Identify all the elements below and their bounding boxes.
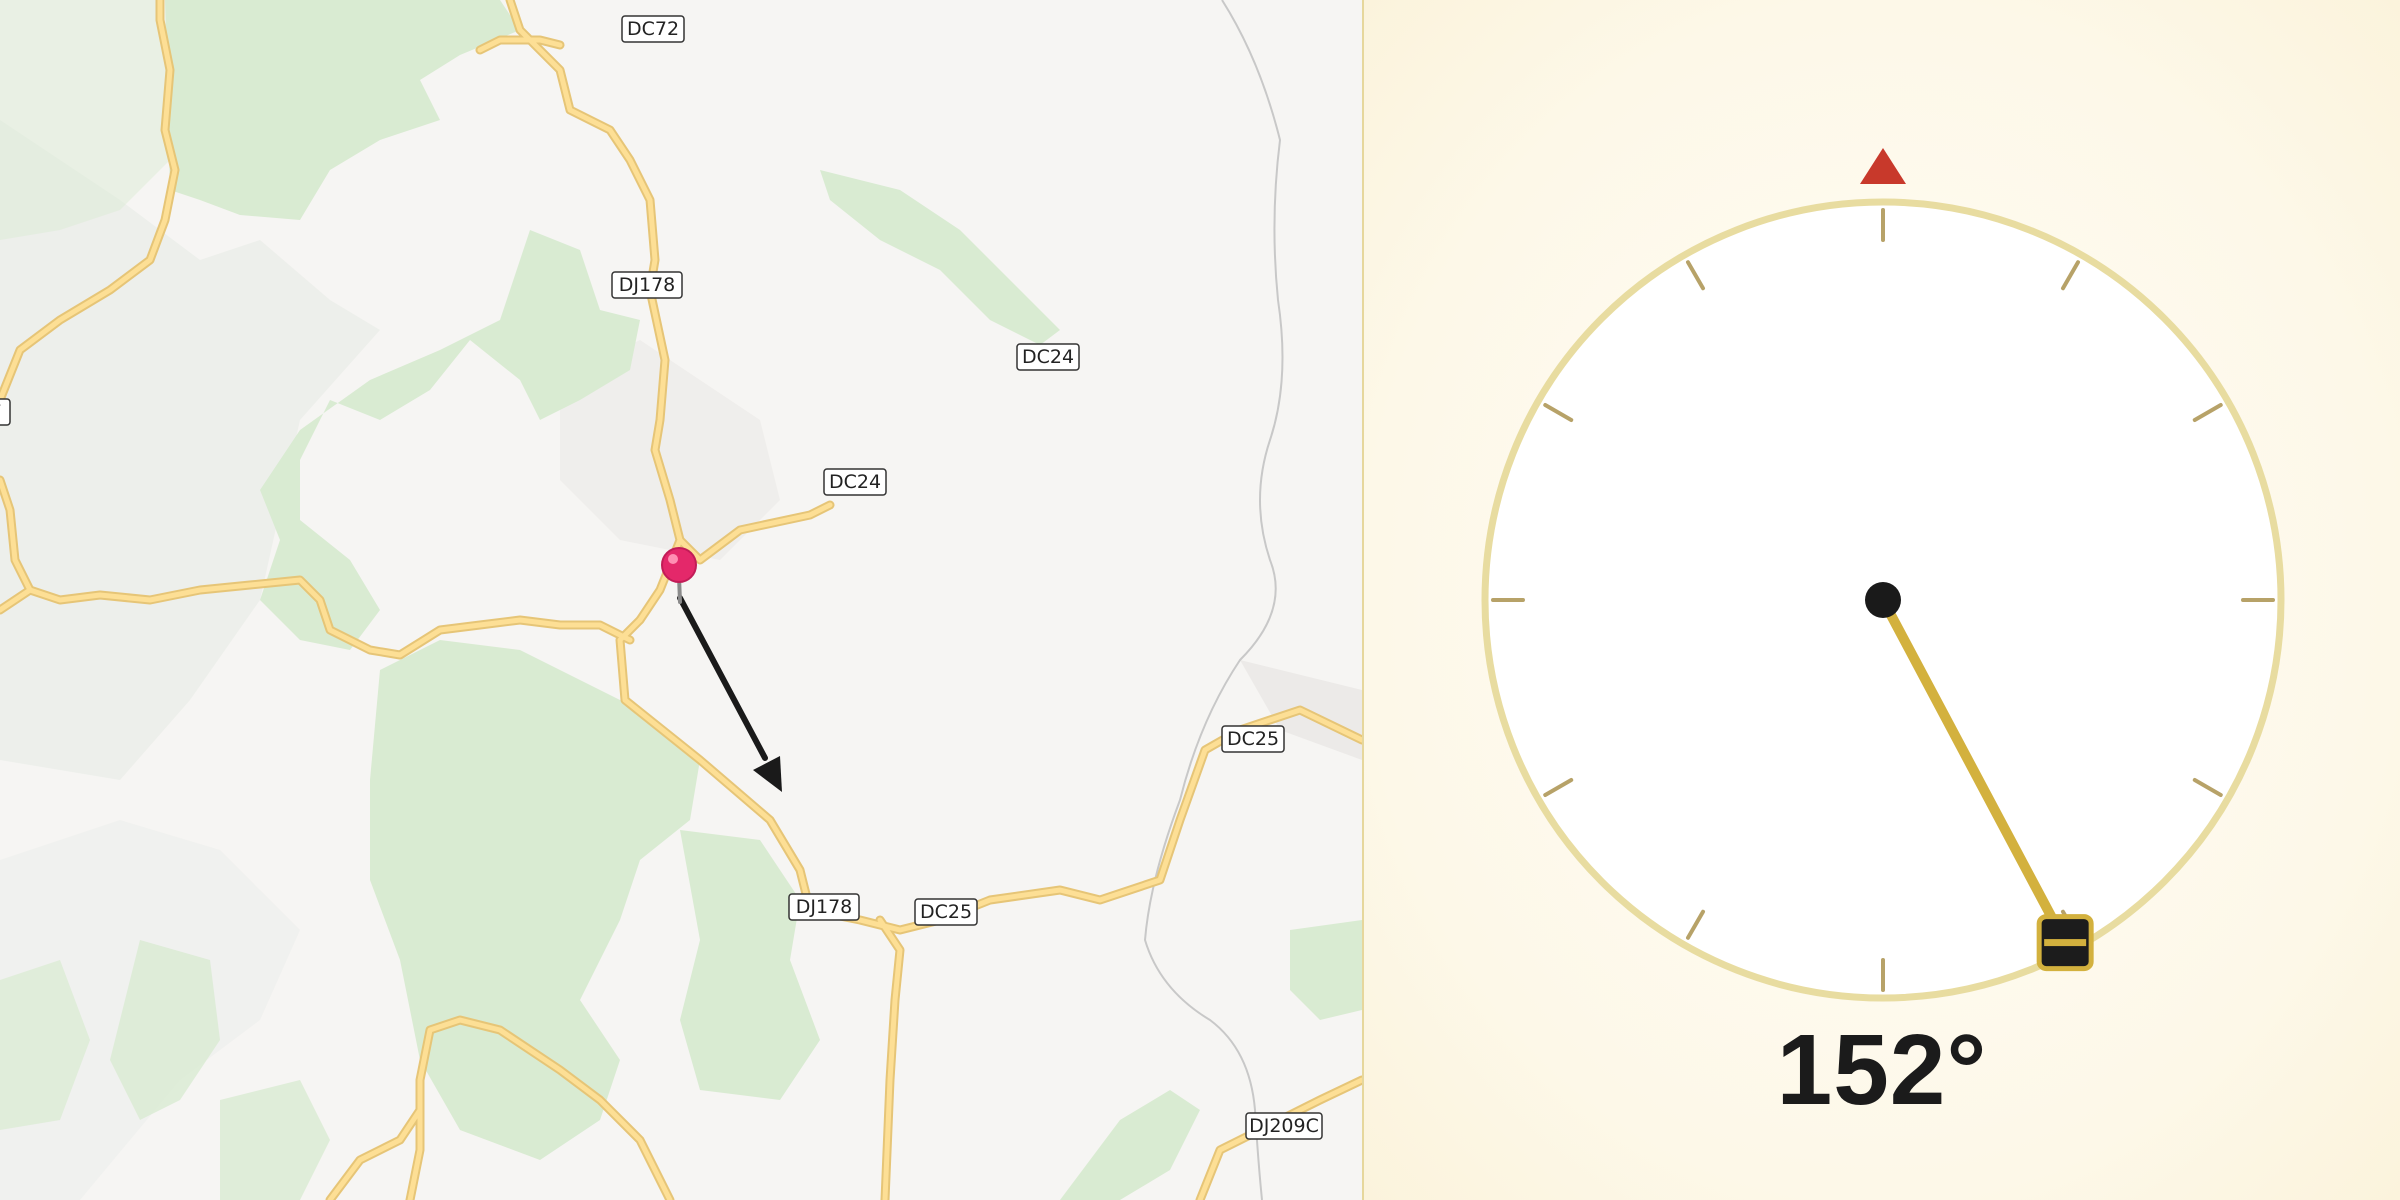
svg-text:DC24: DC24 xyxy=(1022,346,1074,368)
heading-readout: 152° xyxy=(1776,1014,1988,1126)
compass-hub xyxy=(1865,582,1901,618)
svg-text:DC25: DC25 xyxy=(920,901,972,923)
road-label-dj178-south: DJ178 xyxy=(788,893,860,921)
svg-text:7: 7 xyxy=(0,401,2,423)
svg-text:DJ209C: DJ209C xyxy=(1249,1115,1319,1137)
map-view[interactable]: DC72 DJ178 DC24 DC24 DC25 DJ178 DC25 DJ2… xyxy=(0,0,1362,1200)
road-label-dc24-near: DC24 xyxy=(823,468,887,496)
road-label-dc25-south: DC25 xyxy=(914,898,978,926)
road-label-dc25-east: DC25 xyxy=(1221,725,1285,753)
drag-handle-icon[interactable] xyxy=(2036,914,2094,972)
svg-text:DJ178: DJ178 xyxy=(796,896,853,918)
north-triangle-icon xyxy=(1860,148,1906,184)
compass-panel: 152° xyxy=(1364,0,2400,1200)
road-label-dc72: DC72 xyxy=(621,15,685,43)
svg-text:DC72: DC72 xyxy=(627,18,679,40)
road-label-dj178-north: DJ178 xyxy=(611,271,683,299)
svg-text:DJ178: DJ178 xyxy=(619,274,676,296)
svg-text:DC24: DC24 xyxy=(829,471,881,493)
app-root: DC72 DJ178 DC24 DC24 DC25 DJ178 DC25 DJ2… xyxy=(0,0,2400,1200)
road-label-dj209c: DJ209C xyxy=(1245,1112,1323,1140)
svg-text:DC25: DC25 xyxy=(1227,728,1279,750)
road-label-dc24-east: DC24 xyxy=(1016,343,1080,371)
map-canvas[interactable]: DC72 DJ178 DC24 DC24 DC25 DJ178 DC25 DJ2… xyxy=(0,0,1362,1200)
road-label-edge-cut: 7 xyxy=(0,398,11,426)
